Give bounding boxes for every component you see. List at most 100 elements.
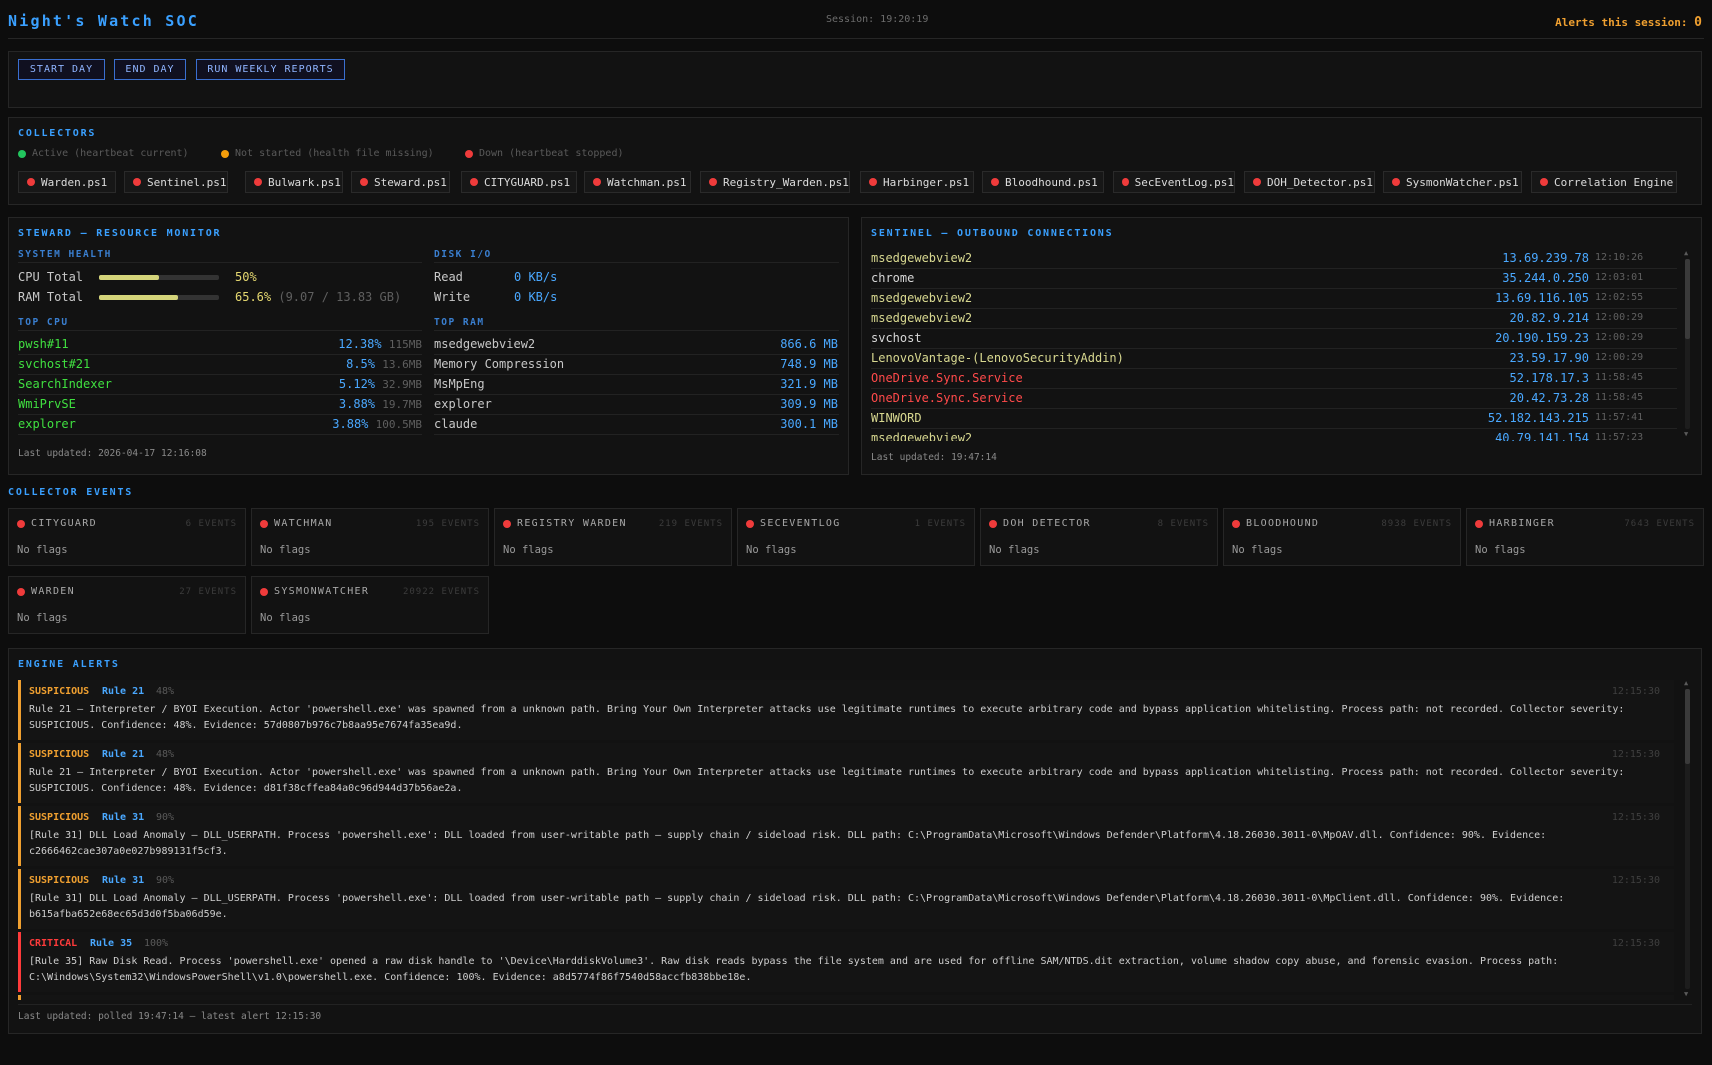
event-card-count: 20922 EVENTS <box>402 587 480 597</box>
connection-process: msedgewebview2 <box>871 431 973 441</box>
top-ram-memory: 321.9 MB <box>780 377 838 391</box>
alerts-scrollbar[interactable] <box>1685 689 1690 989</box>
end-day-button[interactable]: END DAY <box>114 59 186 80</box>
event-card-name: WATCHMAN <box>274 518 333 529</box>
legend-active: Active (heartbeat current) <box>18 148 189 159</box>
alert-time: 12:15:30 <box>1611 875 1660 886</box>
alerts-list[interactable]: SUSPICIOUS Rule 21 48% 12:15:30 Rule 21 … <box>0 678 1712 1000</box>
scroll-down-arrow[interactable]: ▼ <box>1684 990 1688 998</box>
event-card-seceventlog[interactable]: SECEVENTLOG 1 EVENTS No flags <box>737 508 975 566</box>
alert-time: 12:15:30 <box>1611 938 1660 949</box>
alert-item[interactable]: SUSPICIOUS Rule 21 48% 12:15:30 Rule 21 … <box>18 743 1674 803</box>
collector-chip-label: SysmonWatcher.ps1 <box>1406 175 1519 189</box>
divider <box>18 262 422 263</box>
down-status-dot <box>17 587 25 596</box>
scroll-down-arrow[interactable]: ▼ <box>1684 430 1688 438</box>
collector-chip-sysmonwatcher[interactable]: SysmonWatcher.ps1 <box>1383 171 1522 193</box>
event-card-watchman[interactable]: WATCHMAN 195 EVENTS No flags <box>251 508 489 566</box>
event-card-warden[interactable]: WARDEN 27 EVENTS No flags <box>8 576 246 634</box>
collector-chip-harbinger[interactable]: Harbinger.ps1 <box>860 171 974 193</box>
collector-chip-sentinel[interactable]: Sentinel.ps1 <box>124 171 228 193</box>
event-card-flags: No flags <box>989 544 1040 556</box>
top-cpu-percent: 8.5% <box>346 357 376 371</box>
connections-list[interactable]: msedgewebview2 13.69.239.78 12:10:26 chr… <box>871 250 1689 441</box>
divider <box>18 434 422 435</box>
event-card-doh-detector[interactable]: DOH DETECTOR 8 EVENTS No flags <box>980 508 1218 566</box>
down-status-dot <box>1392 178 1400 186</box>
cpu-total-value: 50% <box>235 270 257 284</box>
event-card-head: SYSMONWATCHER <box>260 586 369 597</box>
connection-ip: 13.69.116.105 <box>1495 291 1589 305</box>
top-ram-process-name: claude <box>434 417 478 431</box>
event-card-flags: No flags <box>1232 544 1283 556</box>
connection-process: OneDrive.Sync.Service <box>871 391 1023 405</box>
alert-item[interactable]: CRITICAL Rule 35 100% 12:15:30 [Rule 35]… <box>18 932 1674 992</box>
event-card-head: WARDEN <box>17 586 75 597</box>
connection-time: 11:57:23 <box>1595 432 1644 441</box>
legend-down-label: Down (heartbeat stopped) <box>479 148 624 159</box>
collector-chip-watchman[interactable]: Watchman.ps1 <box>584 171 691 193</box>
legend-not-started: Not started (health file missing) <box>221 148 434 159</box>
top-cpu-memory: 19.7MB <box>382 398 422 411</box>
alert-confidence: 90% <box>156 812 175 823</box>
divider <box>871 428 1677 429</box>
collector-chip-cityguard[interactable]: CITYGUARD.ps1 <box>461 171 577 193</box>
collector-chip-bulwark[interactable]: Bulwark.ps1 <box>245 171 343 193</box>
alert-message: Rule 21 — Interpreter / BYOI Execution. … <box>29 704 1625 731</box>
scrollbar-thumb[interactable] <box>1685 689 1690 764</box>
top-cpu-label: TOP CPU <box>18 317 69 328</box>
scrollbar-thumb[interactable] <box>1685 259 1690 339</box>
steward-title: STEWARD — RESOURCE MONITOR <box>18 228 222 239</box>
alert-item[interactable]: SUSPICIOUS Rule 31 90% 12:15:30 [Rule 31… <box>18 869 1674 929</box>
run-weekly-reports-button[interactable]: RUN WEEKLY REPORTS <box>196 59 345 80</box>
event-card-name: SYSMONWATCHER <box>274 586 370 597</box>
divider <box>18 414 422 415</box>
event-card-cityguard[interactable]: CITYGUARD 6 EVENTS No flags <box>8 508 246 566</box>
alert-item[interactable]: SUSPICIOUS Rule 31 90% 12:15:30 [Rule 31… <box>18 806 1674 866</box>
connection-time: 12:03:01 <box>1595 272 1644 283</box>
collector-chip-registry-warden[interactable]: Registry_Warden.ps1 <box>700 171 850 193</box>
event-card-name: DOH DETECTOR <box>1003 518 1091 529</box>
not-started-status-dot <box>221 149 229 158</box>
collector-chip-label: Watchman.ps1 <box>607 175 687 189</box>
collector-chip-seceventlog[interactable]: SecEventLog.ps1 <box>1113 171 1235 193</box>
ram-total-label: RAM Total <box>18 290 84 304</box>
event-card-count: 1 EVENTS <box>914 519 966 529</box>
cpu-total-bar <box>99 275 219 280</box>
connection-process: msedgewebview2 <box>871 251 973 265</box>
event-card-head: CITYGUARD <box>17 518 97 529</box>
collector-chip-steward[interactable]: Steward.ps1 <box>351 171 450 193</box>
collector-chip-correlation-engine[interactable]: Correlation Engine <box>1531 171 1677 193</box>
alert-rule: Rule 21 <box>102 686 145 697</box>
event-card-name: REGISTRY WARDEN <box>517 518 627 529</box>
alert-item[interactable]: SUSPICIOUS Rule 21 48% 12:15:30 Rule 21 … <box>18 680 1674 740</box>
alert-message: [Rule 35] Raw Disk Read. Process 'powers… <box>29 956 1559 983</box>
scroll-up-arrow[interactable]: ▲ <box>1684 249 1688 257</box>
alert-item[interactable] <box>18 995 1674 1000</box>
connection-ip: 20.190.159.23 <box>1495 331 1589 345</box>
top-ram-process-name: msedgewebview2 <box>434 337 536 351</box>
collector-chip-bloodhound[interactable]: Bloodhound.ps1 <box>982 171 1104 193</box>
disk-read-value: 0 KB/s <box>514 270 558 284</box>
steward-last-updated: Last updated: 2026-04-17 12:16:08 <box>18 448 207 459</box>
top-cpu-memory: 115MB <box>388 338 422 351</box>
top-cpu-process-name: explorer <box>18 417 76 431</box>
collector-chip-label: SecEventLog.ps1 <box>1134 175 1234 189</box>
connection-time: 12:02:55 <box>1595 292 1644 303</box>
event-card-head: DOH DETECTOR <box>989 518 1091 529</box>
engine-alerts-last-updated: Last updated: polled 19:47:14 — latest a… <box>18 1011 322 1022</box>
start-day-button[interactable]: START DAY <box>18 59 105 80</box>
event-card-harbinger[interactable]: HARBINGER 7643 EVENTS No flags <box>1466 508 1704 566</box>
cpu-total-label: CPU Total <box>18 270 84 284</box>
collector-chip-doh-detector[interactable]: DOH_Detector.ps1 <box>1244 171 1375 193</box>
event-card-bloodhound[interactable]: BLOODHOUND 8938 EVENTS No flags <box>1223 508 1461 566</box>
connections-scrollbar[interactable] <box>1685 259 1690 429</box>
connection-ip: 13.69.239.78 <box>1502 251 1589 265</box>
top-cpu-percent: 5.12% <box>338 377 376 391</box>
event-card-registry-warden[interactable]: REGISTRY WARDEN 219 EVENTS No flags <box>494 508 732 566</box>
scroll-up-arrow[interactable]: ▲ <box>1684 679 1688 687</box>
event-card-count: 195 EVENTS <box>415 519 480 529</box>
collector-chip-warden[interactable]: Warden.ps1 <box>18 171 116 193</box>
collector-chip-label: CITYGUARD.ps1 <box>484 175 571 189</box>
event-card-sysmonwatcher[interactable]: SYSMONWATCHER 20922 EVENTS No flags <box>251 576 489 634</box>
